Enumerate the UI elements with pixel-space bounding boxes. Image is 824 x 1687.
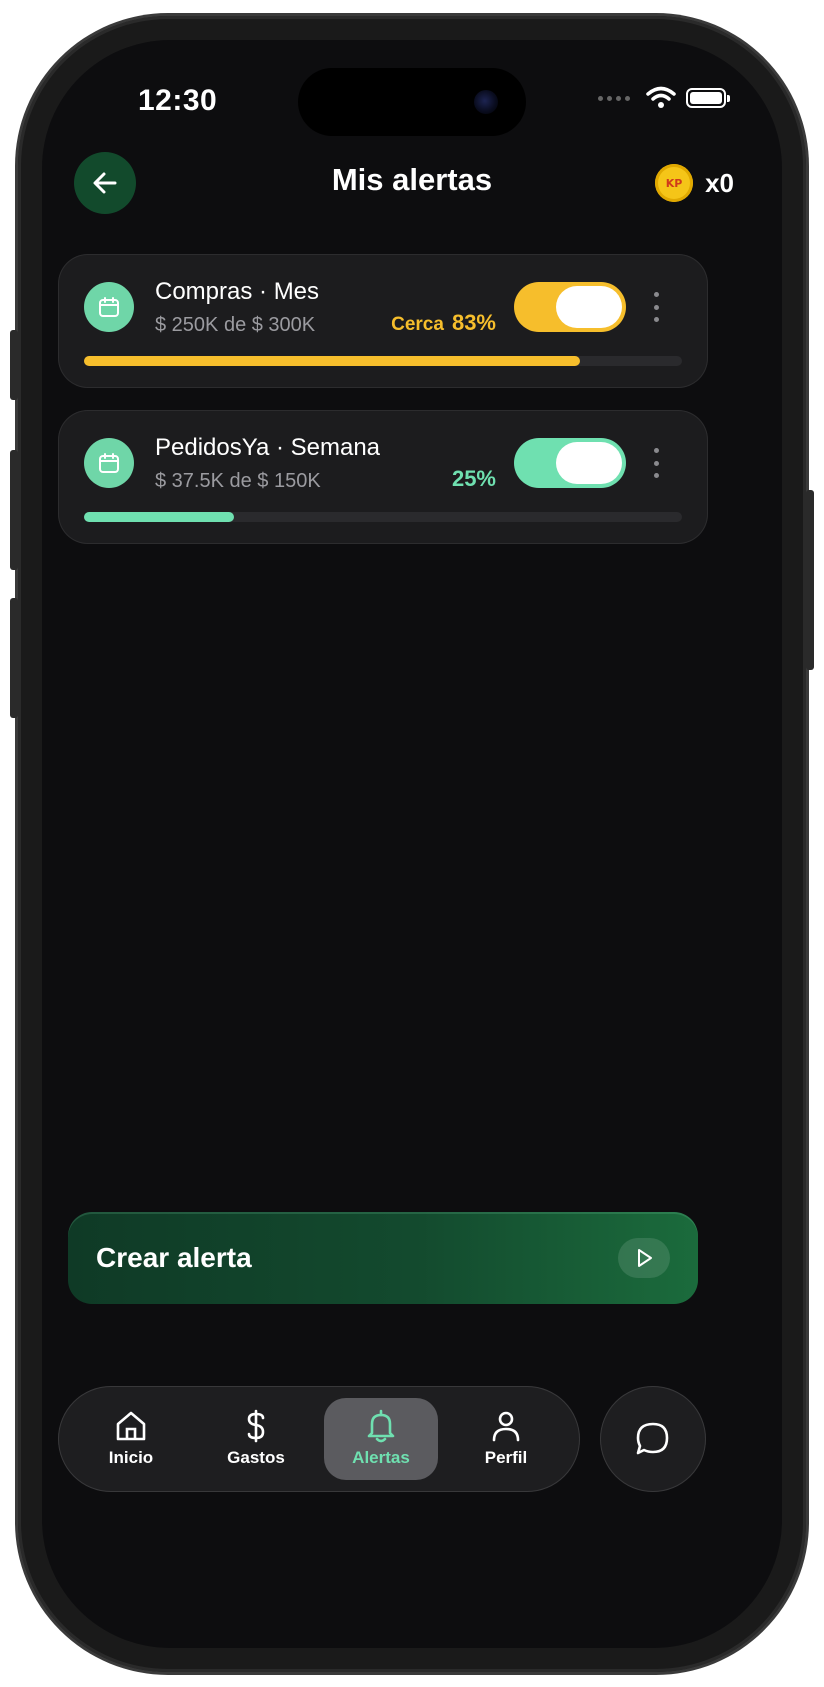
nav-label: Perfil bbox=[484, 1448, 528, 1467]
nav-label: Alertas bbox=[352, 1448, 410, 1467]
progress-fill bbox=[84, 512, 234, 522]
nav-item-inicio[interactable]: Inicio bbox=[74, 1398, 188, 1480]
wifi-icon bbox=[646, 86, 676, 108]
calendar-icon bbox=[84, 282, 134, 332]
alert-status: Cerca 83% bbox=[391, 310, 496, 336]
volume-down-button bbox=[10, 598, 18, 718]
alert-amount: $ 250K de $ 300K bbox=[155, 314, 316, 336]
nav-label: Inicio bbox=[108, 1448, 154, 1467]
alert-toggle[interactable] bbox=[514, 438, 626, 488]
alert-card[interactable]: Compras · Mes $ 250K de $ 300K Cerca 83% bbox=[58, 254, 708, 388]
toggle-knob bbox=[556, 286, 622, 328]
alert-card[interactable]: PedidosYa · Semana $ 37.5K de $ 150K 25% bbox=[58, 410, 708, 544]
alert-toggle[interactable] bbox=[514, 282, 626, 332]
coin-count: x0 bbox=[705, 167, 734, 198]
more-options-icon[interactable] bbox=[646, 292, 666, 322]
alert-status: 25% bbox=[452, 466, 496, 492]
alert-title: PedidosYa · Semana bbox=[155, 434, 381, 461]
dynamic-island bbox=[298, 68, 526, 136]
chat-bubble-icon bbox=[636, 1422, 669, 1455]
front-camera bbox=[474, 90, 498, 114]
bell-icon bbox=[367, 1409, 395, 1443]
play-icon bbox=[618, 1238, 670, 1278]
coin-icon: KP bbox=[655, 164, 694, 202]
user-icon bbox=[492, 1411, 520, 1442]
alert-amount: $ 37.5K de $ 150K bbox=[155, 470, 321, 492]
create-alert-label: Crear alerta bbox=[96, 1242, 252, 1273]
status-icons bbox=[598, 86, 730, 110]
progress-track bbox=[84, 356, 682, 366]
progress-track bbox=[84, 512, 682, 522]
alert-percent: 83% bbox=[451, 310, 496, 335]
action-button bbox=[10, 330, 18, 400]
nav-item-alertas[interactable]: Alertas bbox=[324, 1398, 438, 1480]
battery-icon bbox=[686, 88, 730, 108]
calendar-icon bbox=[84, 438, 134, 488]
alert-title: Compras · Mes bbox=[155, 278, 320, 305]
progress-fill bbox=[84, 356, 581, 366]
volume-up-button bbox=[10, 450, 18, 570]
dollar-icon bbox=[247, 1409, 265, 1443]
coin-counter[interactable]: KP x0 bbox=[655, 164, 734, 202]
power-button bbox=[806, 490, 814, 670]
more-options-icon[interactable] bbox=[646, 448, 666, 478]
home-icon bbox=[116, 1411, 146, 1441]
nav-item-perfil[interactable]: Perfil bbox=[449, 1398, 563, 1480]
toggle-knob bbox=[556, 442, 622, 484]
nav-item-gastos[interactable]: Gastos bbox=[199, 1398, 313, 1480]
alert-percent: 25% bbox=[451, 466, 496, 491]
status-time: 12:30 bbox=[138, 84, 218, 117]
app-screen: 12:30 Mis alertas KP x0 Compras · Mes $ … bbox=[42, 40, 782, 1648]
signal-icon bbox=[598, 95, 630, 101]
chat-button[interactable] bbox=[600, 1386, 706, 1492]
alert-status-label: Cerca bbox=[391, 314, 444, 335]
create-alert-button[interactable]: Crear alerta bbox=[68, 1212, 698, 1304]
nav-label: Gastos bbox=[227, 1448, 285, 1467]
bottom-nav: Inicio Gastos Alertas Perfil bbox=[58, 1386, 580, 1492]
